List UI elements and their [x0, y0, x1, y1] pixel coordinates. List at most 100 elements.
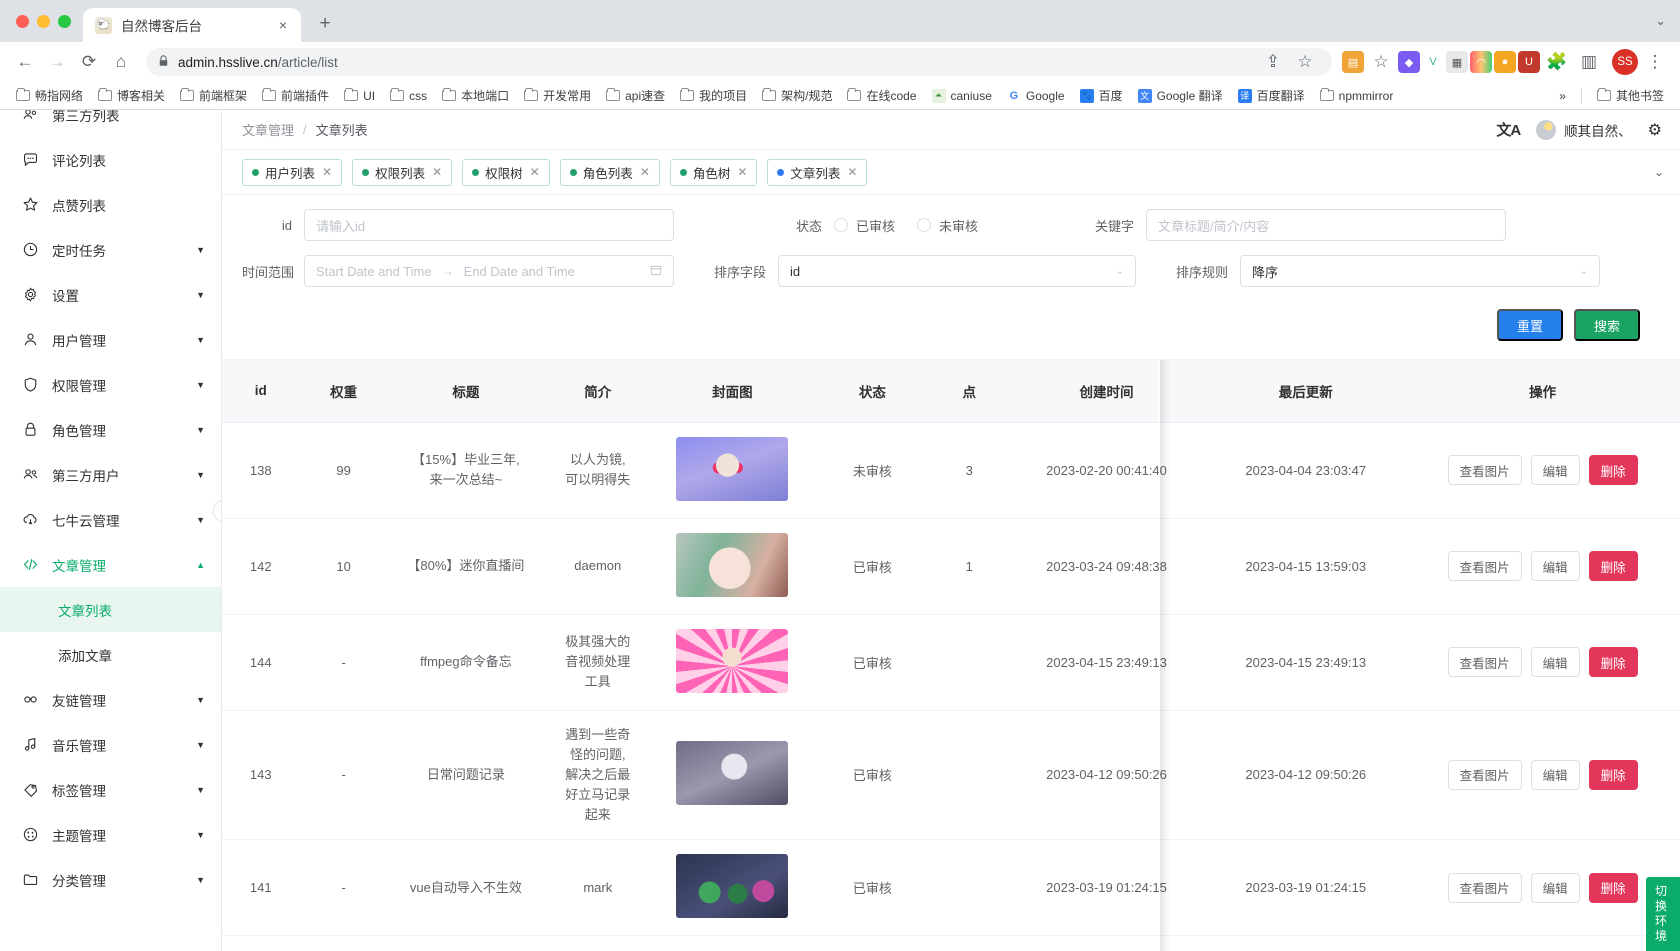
sort-field-select[interactable]: id ⌄: [778, 255, 1136, 287]
cover-thumbnail[interactable]: [676, 532, 789, 597]
close-icon[interactable]: ✕: [432, 165, 442, 179]
reset-button[interactable]: 重置: [1496, 309, 1563, 341]
keyword-input[interactable]: 文章标题/简介/内容: [1146, 209, 1507, 241]
bookmark-item[interactable]: UI: [338, 86, 381, 106]
other-bookmarks-item[interactable]: 其他书签: [1591, 84, 1670, 107]
col-weight[interactable]: 权重: [299, 360, 388, 423]
sidebar-subitem-add-article[interactable]: 添加文章: [0, 632, 221, 677]
edit-button[interactable]: 编辑: [1530, 647, 1580, 677]
sidebar-item-theme-management[interactable]: 主题管理 ▼: [0, 812, 221, 857]
delete-button[interactable]: 删除: [1588, 759, 1638, 790]
back-icon[interactable]: ←: [10, 47, 40, 77]
sidebar-subitem-article-list[interactable]: 文章列表: [0, 587, 221, 632]
bookmark-item[interactable]: 架构/规范: [756, 84, 838, 107]
cell-cover[interactable]: [651, 614, 814, 711]
sidebar-item-comment-list[interactable]: 评论列表: [0, 137, 221, 182]
close-icon[interactable]: ✕: [322, 165, 332, 179]
browser-menu-icon[interactable]: ⋮: [1640, 47, 1670, 77]
home-icon[interactable]: ⌂: [106, 47, 136, 77]
bookmark-item[interactable]: css: [384, 86, 433, 106]
settings-gear-icon[interactable]: ⚙: [1648, 120, 1662, 140]
maximize-window-button[interactable]: [58, 14, 71, 28]
sidebar-item-like-list[interactable]: 点赞列表: [0, 182, 221, 227]
open-tab-chip[interactable]: 权限列表 ✕: [352, 158, 453, 186]
close-icon[interactable]: ✕: [640, 165, 650, 179]
chevron-down-icon[interactable]: ▼: [196, 785, 205, 795]
cover-thumbnail[interactable]: [676, 741, 789, 806]
chevron-down-icon[interactable]: ▼: [196, 515, 205, 525]
close-icon[interactable]: ✕: [847, 165, 857, 179]
minimize-window-button[interactable]: [37, 14, 50, 28]
edit-button[interactable]: 编辑: [1530, 551, 1580, 581]
sidebar-item-category-management[interactable]: 分类管理 ▼: [0, 857, 221, 902]
cell-cover[interactable]: [651, 518, 814, 615]
share-icon[interactable]: ⇪: [1258, 47, 1288, 77]
col-created[interactable]: 创建时间: [1006, 360, 1207, 423]
side-panel-icon[interactable]: ▥: [1574, 47, 1604, 77]
chevron-down-icon[interactable]: ▼: [196, 830, 205, 840]
star-extension-icon[interactable]: ☆: [1366, 47, 1396, 77]
cell-cover[interactable]: [651, 710, 814, 841]
open-tab-chip[interactable]: 角色树 ✕: [669, 158, 758, 186]
open-tab-chip[interactable]: 用户列表 ✕: [242, 158, 343, 186]
sort-rule-select[interactable]: 降序 ⌄: [1240, 255, 1600, 287]
rainbow-extension-icon[interactable]: ◠: [1470, 51, 1492, 73]
status-radio-unapproved[interactable]: 未审核: [917, 216, 978, 235]
view-image-button[interactable]: 查看图片: [1447, 647, 1522, 677]
status-radio-approved[interactable]: 已审核: [834, 216, 895, 235]
col-intro[interactable]: 简介: [543, 360, 652, 423]
edit-button[interactable]: 编辑: [1530, 759, 1580, 790]
chevron-down-icon[interactable]: ▼: [196, 380, 205, 390]
bookmark-item[interactable]: 🐾 百度: [1074, 84, 1129, 107]
delete-button[interactable]: 删除: [1588, 551, 1638, 581]
sidebar-item-settings[interactable]: 设置 ▼: [0, 272, 221, 317]
close-icon[interactable]: ✕: [530, 165, 540, 179]
table-row[interactable]: 138 99 【15%】毕业三年, 来一次总结~ 以人为镜, 可以明得失 未审核…: [222, 422, 1680, 519]
bookmark-item[interactable]: G Google: [1001, 86, 1071, 106]
search-button[interactable]: 搜索: [1573, 309, 1640, 341]
table-row[interactable]: 142 10 【80%】迷你直播间 daemon 已审核 1 2023-03-2…: [222, 518, 1680, 615]
col-likes[interactable]: 点: [931, 360, 1007, 423]
sidebar-item-tag-management[interactable]: 标签管理 ▼: [0, 767, 221, 812]
new-tab-button[interactable]: +: [310, 9, 340, 39]
article-table-container[interactable]: id 权重 标题 简介 封面图 状态 点 创建时间 最后更新 操作 138 99…: [222, 360, 1680, 951]
language-switch-icon[interactable]: 文A: [1496, 119, 1521, 140]
cover-thumbnail[interactable]: [676, 628, 789, 693]
diamond-extension-icon[interactable]: ◆: [1398, 51, 1420, 73]
view-image-button[interactable]: 查看图片: [1447, 455, 1522, 485]
delete-button[interactable]: 删除: [1588, 872, 1638, 903]
sidebar-item-role-management[interactable]: 角色管理 ▼: [0, 407, 221, 452]
sidebar-item-music-management[interactable]: 音乐管理 ▼: [0, 722, 221, 767]
table-row[interactable]: 143 - 日常问题记录 遇到一些奇 怪的问题, 解决之后最 好立马记录 起来 …: [222, 710, 1680, 841]
delete-button[interactable]: 删除: [1588, 647, 1638, 677]
bookmark-item[interactable]: 畅指网络: [10, 84, 89, 107]
close-window-button[interactable]: [16, 14, 29, 28]
profile-avatar[interactable]: SS: [1612, 49, 1638, 75]
tabs-expand-chevron-icon[interactable]: ⌄: [1654, 165, 1664, 179]
sidebar-item-article-management[interactable]: 文章管理 ▲: [0, 542, 221, 587]
reader-extension-icon[interactable]: ▤: [1342, 51, 1364, 73]
id-input[interactable]: 请输入id: [304, 209, 674, 241]
open-tab-chip[interactable]: 角色列表 ✕: [559, 158, 660, 186]
window-controls[interactable]: [12, 0, 83, 42]
bookmark-item[interactable]: 在线code: [841, 84, 922, 107]
delete-button[interactable]: 删除: [1588, 455, 1638, 485]
sidebar-item-qiniu-management[interactable]: 七牛云管理 ▼: [0, 497, 221, 542]
sidebar-item-user-management[interactable]: 用户管理 ▼: [0, 317, 221, 362]
chevron-down-icon[interactable]: ▼: [196, 335, 205, 345]
cell-cover[interactable]: [651, 839, 814, 937]
address-bar[interactable]: admin.hsslive.cn/article/list ⇪ ☆: [146, 48, 1332, 76]
open-tab-chip-active[interactable]: 文章列表 ✕: [767, 158, 868, 186]
chevron-down-icon[interactable]: ▼: [196, 695, 205, 705]
edit-button[interactable]: 编辑: [1530, 872, 1580, 903]
bookmark-item[interactable]: ⏶ caniuse: [926, 86, 998, 106]
cover-thumbnail[interactable]: [676, 436, 789, 501]
sidebar-item-third-party-list[interactable]: 第三方列表: [0, 110, 221, 137]
col-updated[interactable]: 最后更新: [1206, 360, 1406, 423]
open-tab-chip[interactable]: 权限树 ✕: [462, 158, 550, 186]
bookmark-item[interactable]: 译百度翻译: [1232, 84, 1311, 107]
grid-extension-icon[interactable]: ▦: [1446, 51, 1468, 73]
close-icon[interactable]: ✕: [737, 165, 747, 179]
view-image-button[interactable]: 查看图片: [1447, 759, 1522, 790]
table-row[interactable]: 141 - vue自动导入不生效 mark 已审核 2023-03-19 01:…: [222, 839, 1680, 937]
